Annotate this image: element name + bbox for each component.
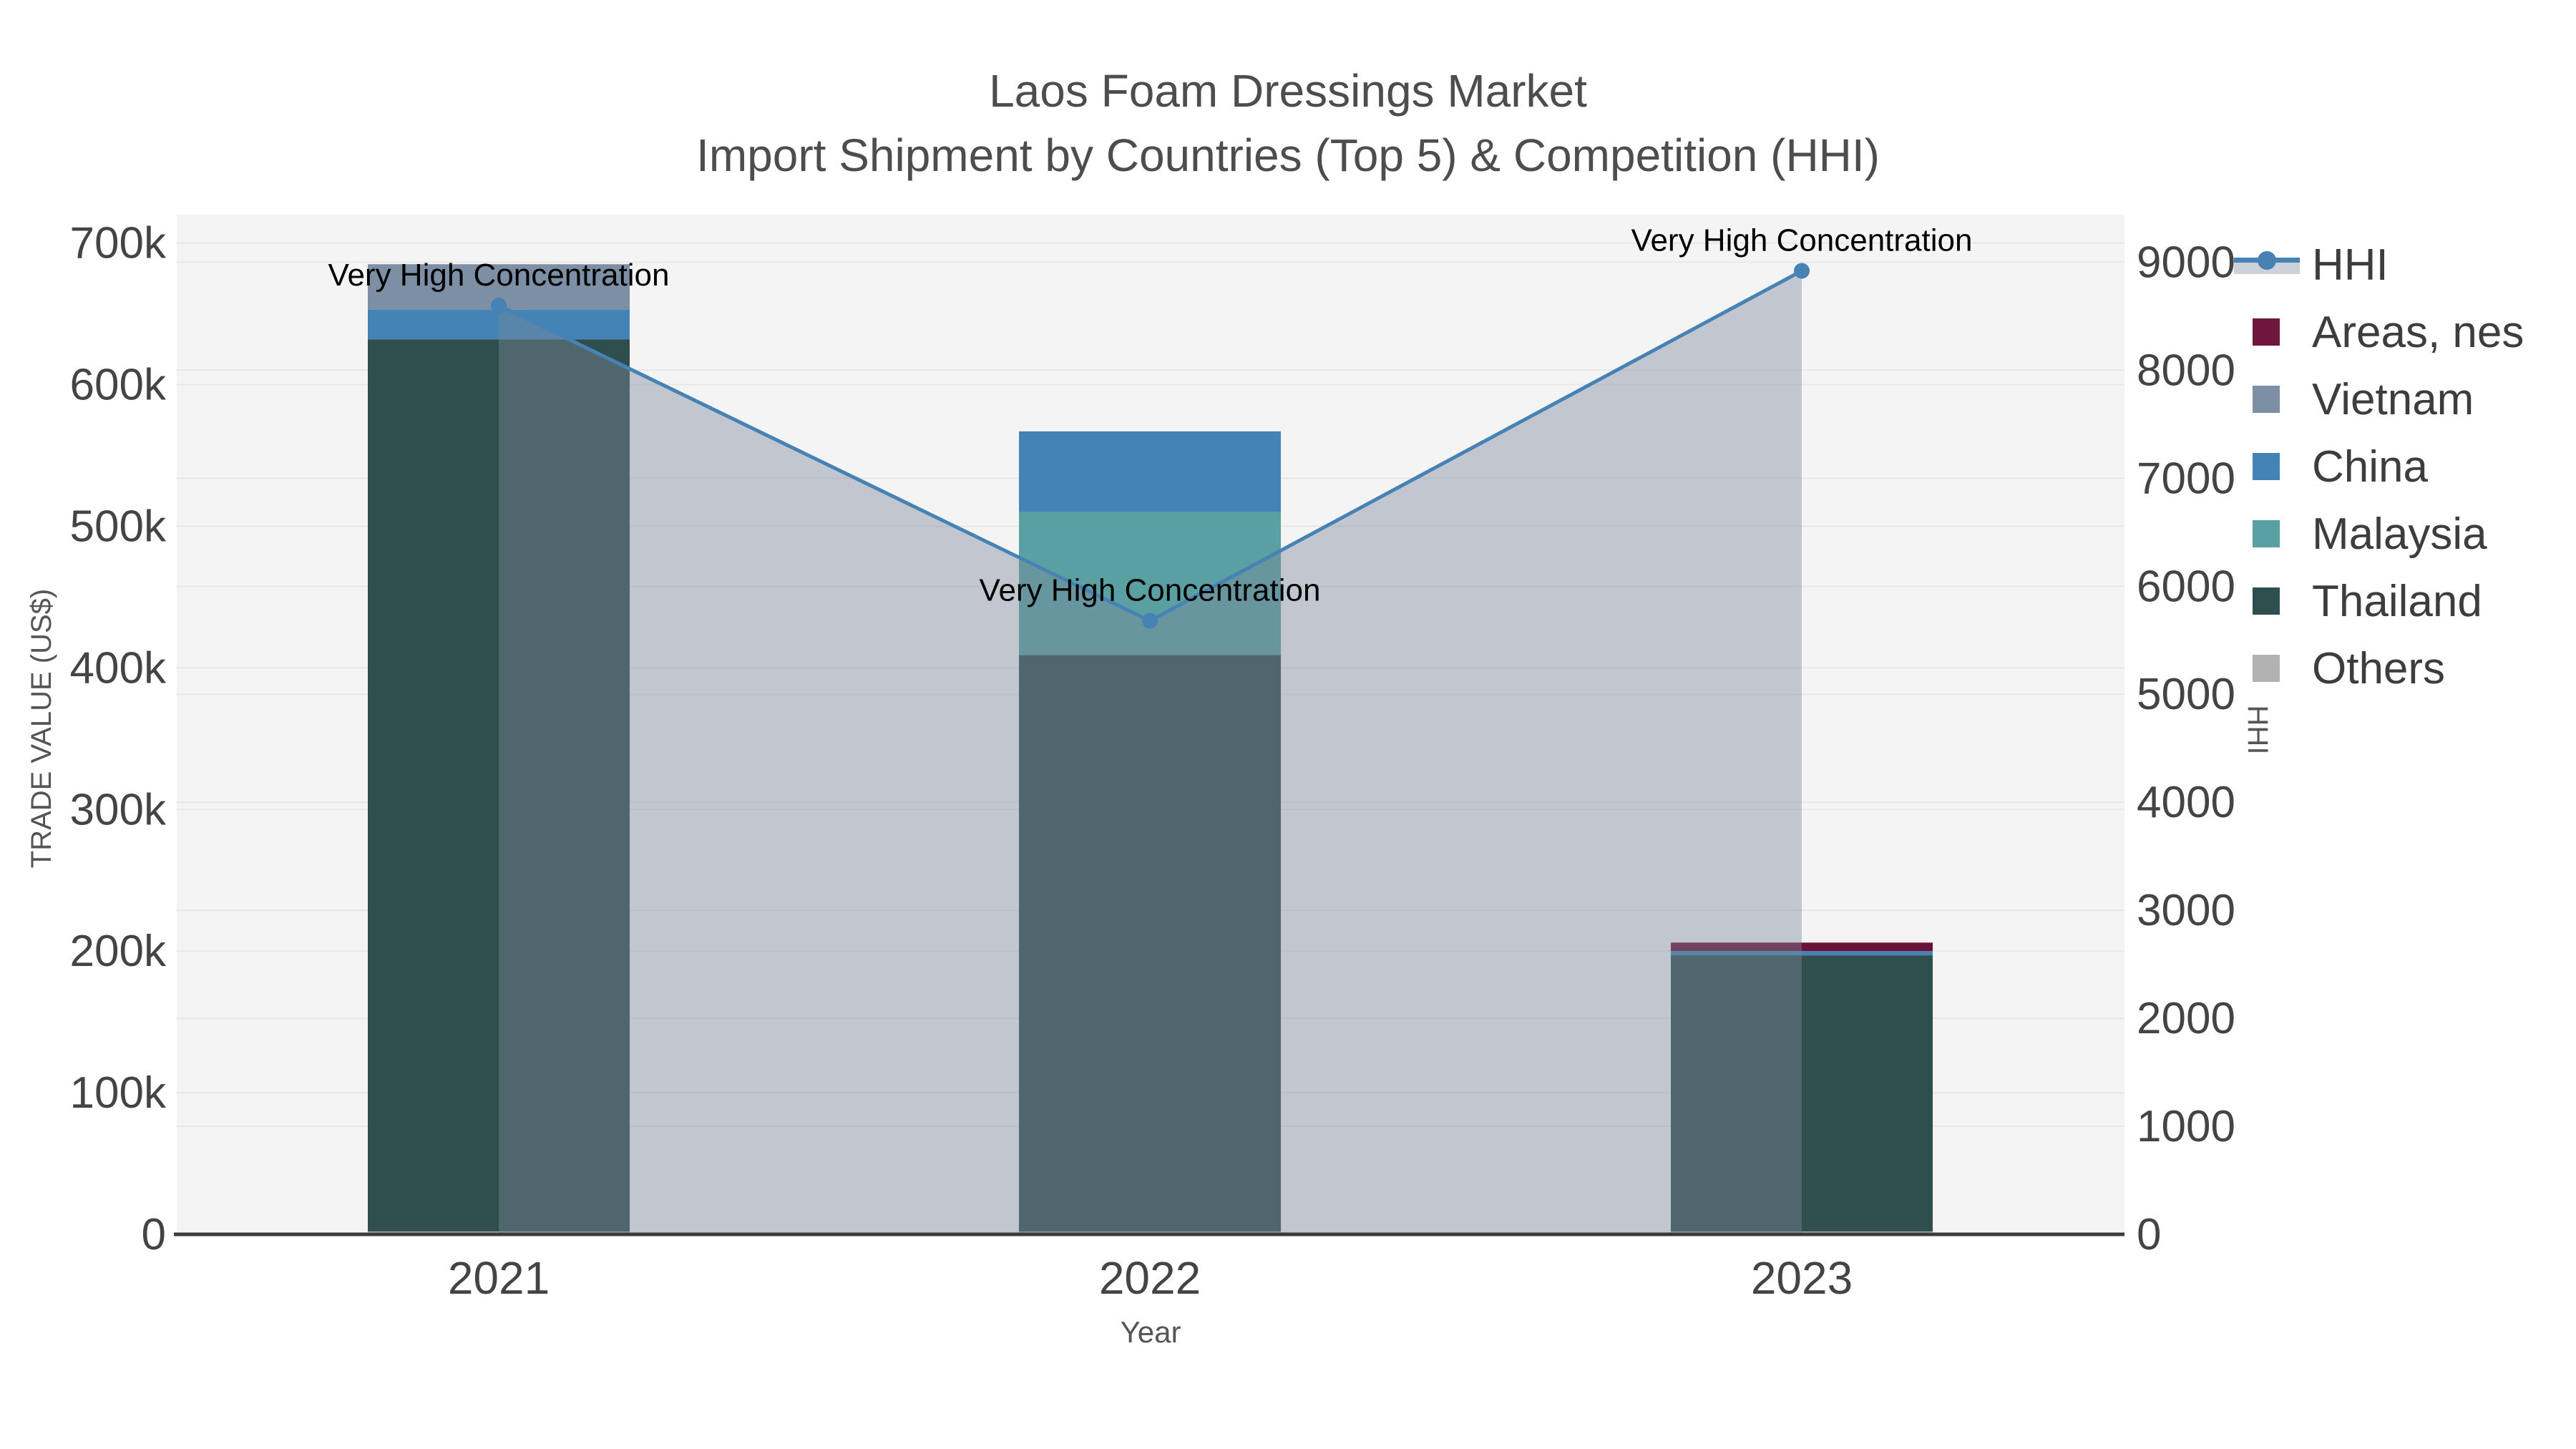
y-right-tick-3000: 3000: [2137, 886, 2235, 935]
annotation-2022: Very High Concentration: [980, 573, 1321, 608]
hhi-marker-2022: [1142, 613, 1158, 629]
hhi-marker-2023: [1794, 263, 1810, 279]
y-right-tick-4000: 4000: [2137, 778, 2235, 827]
legend-label: Vietnam: [2312, 374, 2474, 424]
legend-label: Malaysia: [2312, 509, 2487, 559]
chart-figure: Laos Foam Dressings Market Import Shipme…: [0, 0, 2576, 1449]
annotation-2021: Very High Concentration: [328, 258, 670, 293]
y-left-tick-300k: 300k: [70, 785, 167, 834]
y-left-tick-400k: 400k: [70, 643, 167, 693]
y-left-axis-title: TRADE VALUE (US$): [26, 588, 57, 869]
y-right-tick-0: 0: [2137, 1210, 2161, 1259]
y-left-tick-0: 0: [142, 1210, 166, 1259]
vietnam-swatch-icon: [2253, 386, 2280, 413]
legend-label: China: [2312, 441, 2428, 492]
legend-item-malaysia[interactable]: Malaysia: [2218, 500, 2524, 567]
legend-item-thailand[interactable]: Thailand: [2218, 567, 2524, 635]
bar-segment-china-2022: [1019, 431, 1281, 512]
x-axis-title: Year: [1120, 1315, 1181, 1349]
malaysia-swatch-icon: [2253, 520, 2280, 547]
hhi-line-swatch-icon: [2234, 251, 2300, 275]
legend-label: Thailand: [2312, 576, 2482, 626]
y-left-tick-100k: 100k: [70, 1068, 167, 1118]
legend-item-hhi[interactable]: HHI: [2218, 231, 2524, 298]
legend-item-vietnam[interactable]: Vietnam: [2218, 366, 2524, 433]
y-right-tick-2000: 2000: [2137, 994, 2235, 1043]
y-left-tick-500k: 500k: [70, 502, 167, 551]
x-tick-2023: 2023: [1751, 1252, 1853, 1304]
legend-item-areas-nes[interactable]: Areas, nes: [2218, 298, 2524, 366]
areas-nes-swatch-icon: [2253, 318, 2280, 346]
thailand-swatch-icon: [2253, 587, 2280, 615]
china-swatch-icon: [2253, 453, 2280, 480]
plot-area: Very High Concentration Very High Concent…: [70, 215, 2235, 1304]
others-swatch-icon: [2253, 655, 2280, 682]
hhi-marker-2021: [491, 297, 507, 313]
annotation-2023: Very High Concentration: [1631, 223, 1973, 258]
y-left-tick-700k: 700k: [70, 219, 167, 268]
y-left-tick-600k: 600k: [70, 361, 167, 410]
legend-item-china[interactable]: China: [2218, 433, 2524, 500]
legend-item-others[interactable]: Others: [2218, 635, 2524, 702]
legend-label: HHI: [2312, 240, 2389, 290]
legend-label: Areas, nes: [2312, 307, 2524, 357]
legend-label: Others: [2312, 643, 2446, 693]
y-right-tick-1000: 1000: [2137, 1102, 2235, 1151]
x-tick-2021: 2021: [448, 1252, 550, 1304]
x-tick-2022: 2022: [1099, 1252, 1201, 1304]
legend: HHI Areas, nes Vietnam China Malaysia Th…: [2218, 231, 2524, 702]
y-left-tick-200k: 200k: [70, 927, 167, 976]
